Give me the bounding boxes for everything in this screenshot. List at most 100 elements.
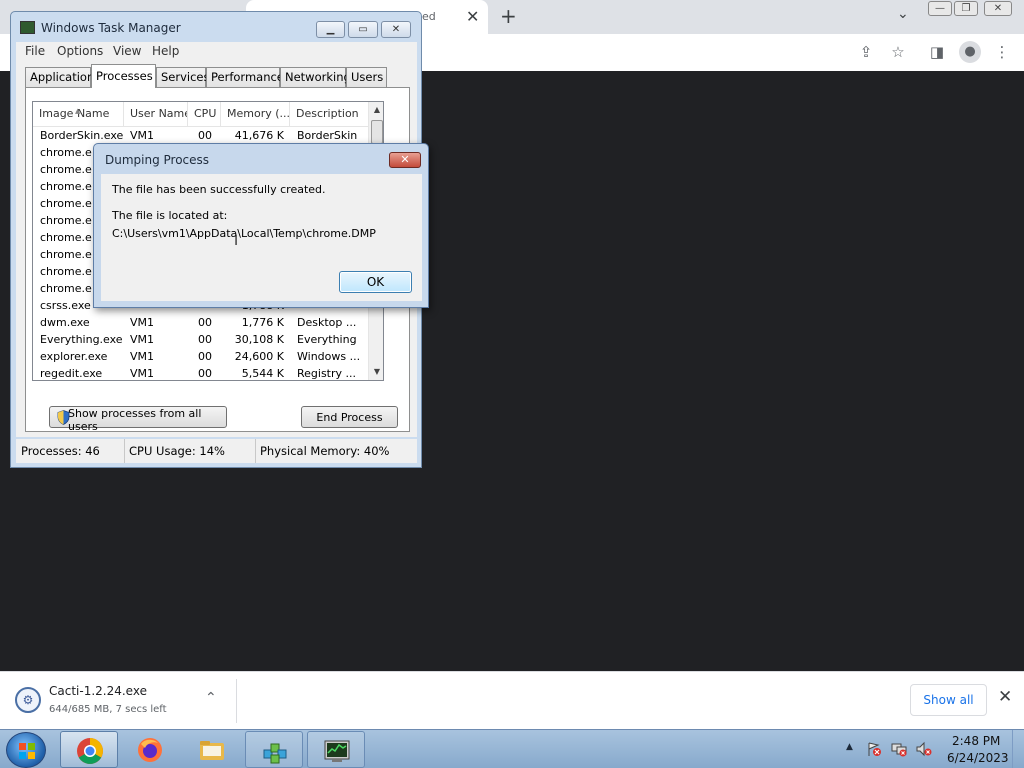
- browser-tab-title: ed: [422, 10, 436, 23]
- close-icon[interactable]: ✕: [389, 152, 421, 168]
- close-download-shelf-icon[interactable]: ✕: [998, 687, 1012, 707]
- scroll-down-icon[interactable]: ▼: [369, 364, 383, 380]
- tab-services[interactable]: Services: [156, 67, 210, 87]
- maximize-icon[interactable]: ▭: [348, 21, 378, 38]
- taskbar-firefox[interactable]: [121, 731, 179, 768]
- table-row[interactable]: regedit.exe VM1 00 5,544 K Registry ...: [33, 365, 369, 380]
- column-description[interactable]: Description: [290, 102, 369, 126]
- column-label: Description: [296, 107, 359, 120]
- cell-cpu: 00: [198, 350, 212, 363]
- new-tab-icon[interactable]: +: [500, 4, 517, 28]
- restore-icon[interactable]: ❐: [954, 1, 978, 16]
- folder-icon: [200, 741, 224, 760]
- text-cursor-icon: I: [234, 233, 239, 249]
- firefox-icon: [138, 738, 162, 762]
- cell-cpu: 00: [198, 333, 212, 346]
- status-physical-memory: Physical Memory: 40%: [260, 444, 390, 458]
- cell-image: BorderSkin.exe: [40, 129, 124, 142]
- action-center-flag-icon[interactable]: [866, 741, 882, 757]
- network-icon[interactable]: [891, 741, 907, 757]
- show-all-downloads-button[interactable]: Show all: [910, 684, 987, 716]
- cell-description: Windows ...: [297, 350, 361, 363]
- bookmark-star-icon[interactable]: ☆: [889, 43, 907, 61]
- cell-memory: 41,676 K: [234, 129, 284, 142]
- column-cpu[interactable]: CPU: [188, 102, 221, 126]
- windows-logo-icon: [19, 743, 35, 759]
- menu-bar: File Options View Help: [16, 42, 417, 60]
- menu-icon[interactable]: ⋮: [993, 43, 1011, 61]
- column-user-name[interactable]: User Name: [124, 102, 188, 126]
- column-image-name[interactable]: ▲ Image Name: [33, 102, 124, 126]
- chevron-up-icon[interactable]: ⌃: [205, 690, 217, 706]
- volume-muted-icon[interactable]: [916, 741, 932, 757]
- side-panel-icon[interactable]: ◨: [928, 43, 946, 61]
- cell-description: Desktop ...: [297, 316, 357, 329]
- column-label: Memory (...: [227, 107, 290, 120]
- table-row[interactable]: dwm.exe VM1 00 1,776 K Desktop ...: [33, 314, 369, 331]
- taskbar-chrome[interactable]: [60, 731, 118, 768]
- close-icon[interactable]: ✕: [984, 1, 1012, 16]
- task-manager-icon: [20, 21, 35, 34]
- minimize-icon[interactable]: —: [928, 1, 952, 16]
- process-list-header: ▲ Image Name User Name CPU Memory (... D…: [33, 102, 369, 127]
- cell-image: explorer.exe: [40, 350, 108, 363]
- column-label: User Name: [130, 107, 188, 120]
- cell-memory: 5,544 K: [241, 367, 284, 380]
- taskbar-registry-editor[interactable]: [245, 731, 303, 768]
- clock-time[interactable]: 2:48 PM: [952, 734, 1000, 748]
- dialog-file-path: C:\Users\vm1\AppData\Local\Temp\chrome.D…: [112, 227, 376, 240]
- menu-help[interactable]: Help: [152, 44, 179, 58]
- cell-description: BorderSkin: [297, 129, 358, 142]
- tab-users[interactable]: Users: [346, 67, 387, 87]
- tab-applications[interactable]: Applications: [25, 67, 100, 87]
- cell-image: Everything.exe: [40, 333, 123, 346]
- dialog-location-label: The file is located at:: [112, 209, 228, 222]
- tab-close-icon[interactable]: ✕: [466, 7, 479, 26]
- table-row[interactable]: BorderSkin.exe VM1 00 41,676 K BorderSkin: [33, 127, 369, 144]
- status-cpu-usage: CPU Usage: 14%: [125, 439, 256, 463]
- cell-description: Registry ...: [297, 367, 357, 380]
- registry-editor-icon: [263, 743, 287, 764]
- tab-search-icon[interactable]: ⌄: [897, 6, 909, 22]
- minimize-icon[interactable]: ▁: [316, 21, 345, 38]
- cell-user: VM1: [130, 367, 155, 380]
- column-memory[interactable]: Memory (...: [221, 102, 290, 126]
- cell-user: VM1: [130, 350, 155, 363]
- cell-image: dwm.exe: [40, 316, 90, 329]
- cell-description: Everything: [297, 333, 357, 346]
- scrollbar-thumb[interactable]: [371, 120, 383, 144]
- download-status: 644/685 MB, 7 secs left: [49, 704, 167, 715]
- table-row[interactable]: Everything.exe VM1 00 30,108 K Everything: [33, 331, 369, 348]
- ok-button[interactable]: OK: [339, 271, 412, 293]
- end-process-button[interactable]: End Process: [301, 406, 398, 428]
- close-icon[interactable]: ✕: [381, 21, 411, 38]
- taskbar-file-explorer[interactable]: [183, 731, 241, 768]
- dialog-message: The file has been successfully created.: [112, 183, 326, 196]
- show-hidden-icons-icon[interactable]: ▲: [846, 742, 853, 752]
- taskbar: ▲ 2:48 PM 6/24/2023: [0, 729, 1024, 768]
- share-icon[interactable]: ⇪: [857, 43, 875, 61]
- menu-view[interactable]: View: [113, 44, 141, 58]
- cell-memory: 30,108 K: [234, 333, 284, 346]
- show-desktop-button[interactable]: [1012, 730, 1024, 768]
- tab-processes[interactable]: Processes: [91, 64, 156, 88]
- window-title: Windows Task Manager: [41, 21, 181, 35]
- installer-file-icon: ⚙: [15, 687, 41, 713]
- profile-icon[interactable]: ●: [959, 41, 981, 63]
- taskbar-task-manager[interactable]: [307, 731, 365, 768]
- cell-image: regedit.exe: [40, 367, 103, 380]
- show-all-processes-button[interactable]: Show processes from all users: [49, 406, 227, 433]
- clock-date[interactable]: 6/24/2023: [947, 751, 1009, 765]
- download-shelf: ⚙ Cacti-1.2.24.exe 644/685 MB, 7 secs le…: [0, 671, 1024, 729]
- chrome-icon: [77, 738, 103, 764]
- scroll-up-icon[interactable]: ▲: [369, 102, 383, 118]
- status-processes: Processes: 46: [17, 439, 125, 463]
- download-file-name[interactable]: Cacti-1.2.24.exe: [49, 684, 147, 698]
- tab-networking[interactable]: Networking: [280, 67, 351, 87]
- menu-file[interactable]: File: [25, 44, 45, 58]
- table-row[interactable]: explorer.exe VM1 00 24,600 K Windows ...: [33, 348, 369, 365]
- menu-options[interactable]: Options: [57, 44, 103, 58]
- start-button[interactable]: [6, 732, 46, 768]
- column-label: CPU: [194, 107, 217, 120]
- tab-performance[interactable]: Performance: [206, 67, 284, 87]
